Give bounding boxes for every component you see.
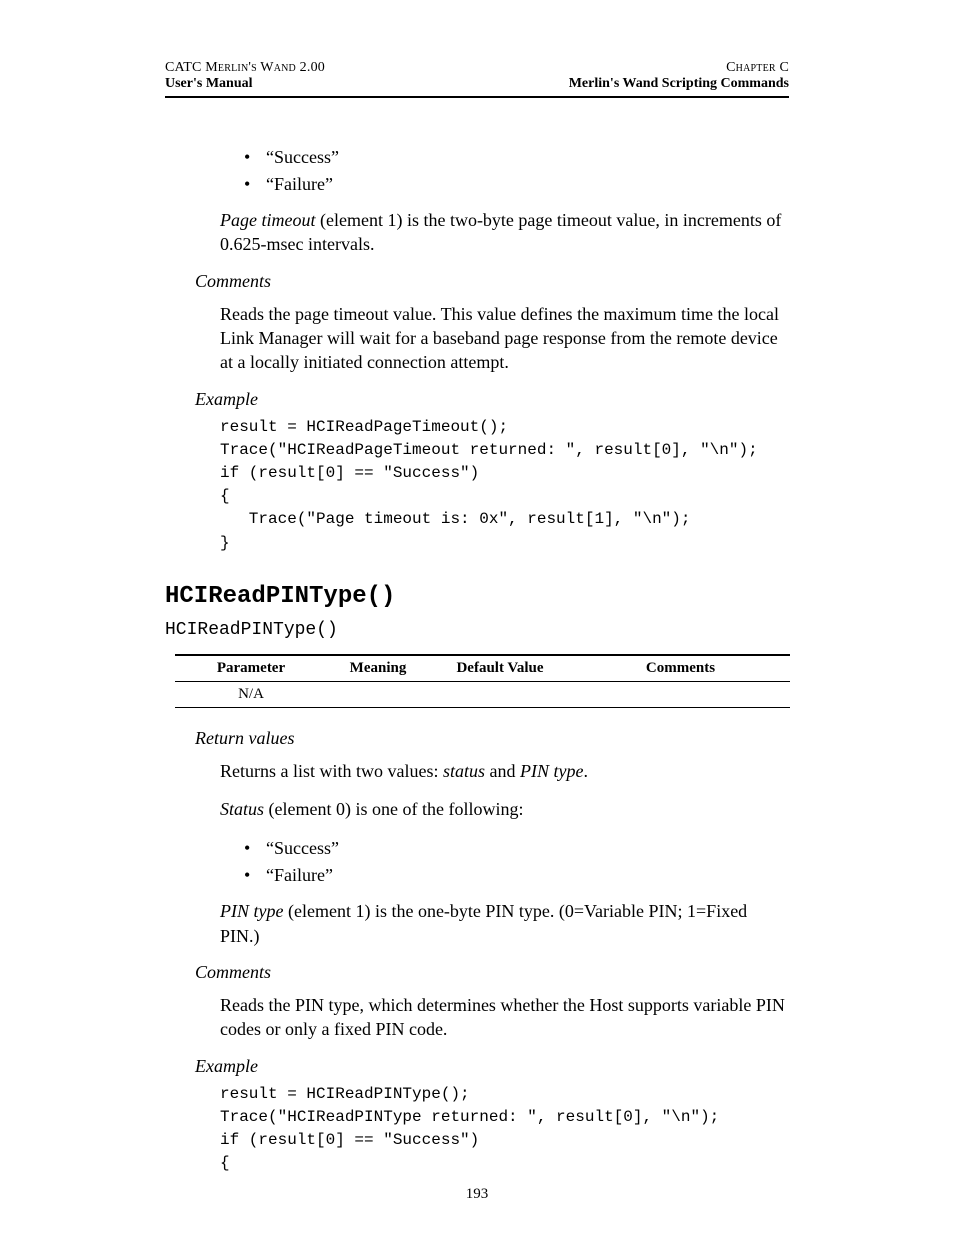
bullet-failure: “Failure” xyxy=(240,171,789,198)
example-code-2: result = HCIReadPINType(); Trace("HCIRea… xyxy=(220,1083,789,1176)
running-head-right: Chapter C Merlin's Wand Scripting Comman… xyxy=(569,60,789,92)
function-heading: HCIReadPINType() xyxy=(165,583,789,610)
table-header-row: Parameter Meaning Default Value Comments xyxy=(175,655,790,682)
chapter-label: Chapter C xyxy=(569,60,789,76)
td-default xyxy=(429,681,571,707)
example-label-2: Example xyxy=(195,1056,789,1077)
rv-post: . xyxy=(583,761,588,781)
comments-label-2: Comments xyxy=(195,962,789,983)
td-parameter: N/A xyxy=(175,681,327,707)
rv-pin: PIN type xyxy=(520,761,583,781)
page-number: 193 xyxy=(0,1186,954,1203)
return-values-intro: Returns a list with two values: status a… xyxy=(220,759,789,783)
page: CATC Merlin's Wand 2.00 User's Manual Ch… xyxy=(0,0,954,1235)
pin-rest: (element 1) is the one-byte PIN type. (0… xyxy=(220,901,747,945)
running-head-left: CATC Merlin's Wand 2.00 User's Manual xyxy=(165,60,325,92)
doc-subtitle-left: User's Manual xyxy=(165,76,325,92)
th-meaning: Meaning xyxy=(327,655,429,682)
doc-subtitle-right: Merlin's Wand Scripting Commands xyxy=(569,76,789,92)
page-timeout-desc: Page timeout (element 1) is the two-byte… xyxy=(220,208,789,257)
table-row: N/A xyxy=(175,681,790,707)
bullet-success: “Success” xyxy=(240,144,789,171)
function-signature: HCIReadPINType() xyxy=(165,620,789,640)
page-timeout-term: Page timeout xyxy=(220,210,315,230)
th-comments: Comments xyxy=(571,655,790,682)
pin-term: PIN type xyxy=(220,901,283,921)
th-default: Default Value xyxy=(429,655,571,682)
status-rest: (element 0) is one of the following: xyxy=(264,799,523,819)
section-page-timeout: “Success” “Failure” Page timeout (elemen… xyxy=(220,144,789,257)
comments-block-2: Reads the PIN type, which determines whe… xyxy=(220,993,789,1042)
status-bullets: “Success” “Failure” xyxy=(240,144,789,198)
example-label-1: Example xyxy=(195,389,789,410)
return-values-block: Returns a list with two values: status a… xyxy=(220,759,789,948)
comments-label-1: Comments xyxy=(195,271,789,292)
rv-mid: and xyxy=(485,761,520,781)
th-parameter: Parameter xyxy=(175,655,327,682)
td-meaning xyxy=(327,681,429,707)
comments-text-1: Reads the page timeout value. This value… xyxy=(220,302,789,375)
return-values-label: Return values xyxy=(195,728,789,749)
bullet-success-2: “Success” xyxy=(240,835,789,862)
rv-status: status xyxy=(443,761,485,781)
status-term: Status xyxy=(220,799,264,819)
doc-title: CATC Merlin's Wand 2.00 xyxy=(165,60,325,76)
comments-text-2: Reads the PIN type, which determines whe… xyxy=(220,993,789,1042)
comments-block-1: Reads the page timeout value. This value… xyxy=(220,302,789,375)
td-comments xyxy=(571,681,790,707)
bullet-failure-2: “Failure” xyxy=(240,862,789,889)
status-desc: Status (element 0) is one of the followi… xyxy=(220,797,789,821)
rv-pre: Returns a list with two values: xyxy=(220,761,443,781)
pin-type-desc: PIN type (element 1) is the one-byte PIN… xyxy=(220,899,789,948)
example-code-1: result = HCIReadPageTimeout(); Trace("HC… xyxy=(220,416,789,555)
parameter-table: Parameter Meaning Default Value Comments… xyxy=(175,654,790,708)
running-head: CATC Merlin's Wand 2.00 User's Manual Ch… xyxy=(165,60,789,92)
status-bullets-2: “Success” “Failure” xyxy=(240,835,789,889)
